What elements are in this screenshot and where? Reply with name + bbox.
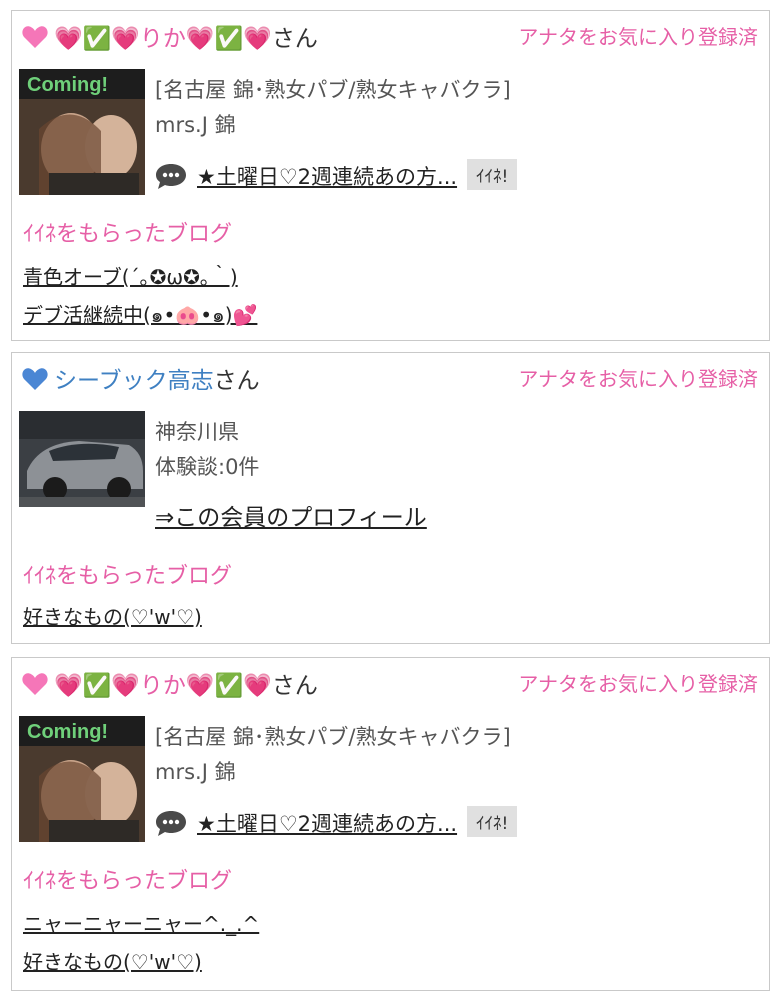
pink-heart-icon: [22, 672, 48, 705]
member-card: 💗✅💗りか💗✅💗さん アナタをお気に入り登録済 Coming! [名古屋 錦･熟…: [11, 10, 770, 341]
liked-blog-link[interactable]: ニャーニャーニャー^._.^: [23, 908, 259, 937]
favorite-status: アナタをお気に入り登録済: [518, 25, 758, 49]
speech-bubble-icon: [155, 162, 187, 195]
liked-blogs-label: ｲｲﾈをもらったブログ: [23, 222, 233, 247]
member-name-row[interactable]: 💗✅💗りか💗✅💗さん: [22, 670, 318, 705]
shop-location: [名古屋 錦･熟女パブ/熟女キャバクラ]: [155, 725, 511, 749]
favorite-status: アナタをお気に入り登録済: [518, 672, 758, 696]
like-button[interactable]: ｲｲﾈ!: [467, 159, 518, 190]
svg-text:Coming!: Coming!: [27, 74, 108, 96]
honorific: さん: [271, 26, 318, 52]
favorite-status: アナタをお気に入り登録済: [518, 367, 758, 391]
member-name[interactable]: シーブック高志: [54, 368, 214, 394]
blog-title-link[interactable]: ★土曜日♡2週連続あの方...: [197, 165, 457, 189]
svg-text:Coming!: Coming!: [27, 721, 108, 743]
latest-blog-row: ★土曜日♡2週連続あの方... ｲｲﾈ!: [155, 806, 518, 842]
honorific: さん: [271, 673, 318, 699]
liked-blog-link[interactable]: 青色オーブ(´｡✪ω✪｡｀): [23, 261, 238, 290]
latest-blog-row: ★土曜日♡2週連続あの方... ｲｲﾈ!: [155, 159, 518, 195]
liked-blog-link[interactable]: デブ活継続中(๑•🐽•๑)💕: [23, 299, 257, 331]
member-photo[interactable]: Coming!: [19, 69, 145, 195]
pink-heart-icon: [22, 25, 48, 58]
member-card: シーブック高志さん アナタをお気に入り登録済 神奈川県 体験談:0件 ⇒この会員…: [11, 352, 770, 644]
member-name[interactable]: 💗✅💗りか💗✅💗: [54, 673, 272, 699]
shop-location: [名古屋 錦･熟女パブ/熟女キャバクラ]: [155, 78, 511, 102]
liked-blog-link[interactable]: 好きなもの(♡'w'♡): [23, 601, 202, 630]
blog-title-link[interactable]: ★土曜日♡2週連続あの方...: [197, 812, 457, 836]
member-card: 💗✅💗りか💗✅💗さん アナタをお気に入り登録済 Coming! [名古屋 錦･熟…: [11, 657, 770, 991]
blue-heart-icon: [22, 367, 48, 400]
member-name[interactable]: 💗✅💗りか💗✅💗: [54, 26, 272, 52]
region: 神奈川県: [155, 420, 239, 444]
liked-blogs-label: ｲｲﾈをもらったブログ: [23, 869, 233, 894]
member-photo[interactable]: Coming!: [19, 716, 145, 842]
shop-name: mrs.J 錦: [155, 113, 236, 137]
liked-blogs-label: ｲｲﾈをもらったブログ: [23, 564, 233, 589]
honorific: さん: [213, 368, 260, 394]
speech-bubble-icon: [155, 809, 187, 842]
shop-name: mrs.J 錦: [155, 760, 236, 784]
member-photo[interactable]: [19, 411, 145, 507]
like-button[interactable]: ｲｲﾈ!: [467, 806, 518, 837]
member-name-row[interactable]: シーブック高志さん: [22, 365, 260, 400]
review-count: 体験談:0件: [155, 455, 260, 479]
liked-blog-link[interactable]: 好きなもの(♡'w'♡): [23, 946, 202, 975]
profile-link[interactable]: ⇒この会員のプロフィール: [155, 498, 427, 532]
member-name-row[interactable]: 💗✅💗りか💗✅💗さん: [22, 23, 318, 58]
